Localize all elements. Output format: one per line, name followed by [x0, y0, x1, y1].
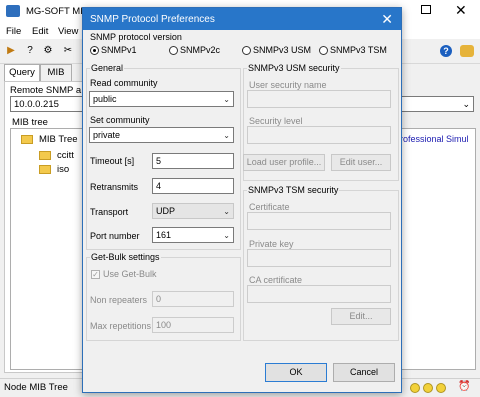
remote-address-dropdown[interactable]: ⌄ [400, 96, 474, 112]
results-pane[interactable] [398, 128, 476, 370]
chevron-down-icon: ⌄ [223, 207, 230, 216]
transport-value: UDP [156, 206, 176, 216]
port-select[interactable]: 161 ⌄ [152, 227, 234, 243]
help-icon[interactable]: ? [440, 45, 452, 57]
radio-snmpv2c-label[interactable]: SNMPv2c [180, 45, 220, 55]
radio-snmpv1[interactable] [90, 46, 99, 55]
results-text: rofessional Simul [400, 134, 469, 144]
maximize-icon[interactable] [421, 5, 431, 14]
main-window-title: MG-SOFT MIB [26, 6, 90, 17]
tree-node-root[interactable]: MIB Tree [39, 134, 78, 145]
transport-select[interactable]: UDP ⌄ [152, 203, 234, 219]
radio-snmpv2c[interactable] [169, 46, 178, 55]
retransmits-input[interactable]: 4 [152, 178, 234, 194]
getbulk-group-title: Get-Bulk settings [90, 252, 161, 262]
chevron-down-icon: ⌄ [223, 131, 230, 140]
max-repetitions-input[interactable]: 100 [152, 317, 234, 333]
open-icon[interactable]: ▶ [5, 45, 17, 57]
chevron-down-icon: ⌄ [462, 99, 470, 109]
radio-snmpv3-usm-label[interactable]: SNMPv3 USM [253, 45, 311, 55]
version-group-title: SNMP protocol version [90, 32, 182, 42]
set-community-value: private [93, 130, 121, 140]
tsm-group-title: SNMPv3 TSM security [247, 185, 340, 195]
user-security-name-label: User security name [249, 80, 327, 90]
read-community-select[interactable]: public ⌄ [89, 91, 234, 107]
max-repetitions-label: Max repetitions [90, 321, 152, 331]
remote-snmp-label: Remote SNMP a [10, 85, 82, 96]
tools-icon[interactable]: ✂ [62, 45, 74, 57]
timeout-label: Timeout [s] [90, 156, 135, 166]
mib-tree-label: MIB tree [12, 117, 48, 128]
port-value: 161 [156, 230, 172, 240]
ok-button[interactable]: OK [265, 363, 327, 382]
private-key-field[interactable] [247, 249, 391, 267]
general-group-title: General [90, 63, 125, 73]
tsm-edit-button[interactable]: Edit... [331, 308, 391, 325]
tab-mib[interactable]: MIB [40, 64, 72, 81]
user-security-name-field[interactable] [247, 90, 391, 108]
certificate-label: Certificate [249, 202, 290, 212]
status-lamp-icon [436, 383, 446, 393]
folder-icon [39, 151, 51, 160]
menu-edit[interactable]: Edit [32, 26, 48, 37]
dialog-close-icon[interactable]: ✕ [381, 11, 393, 27]
ca-certificate-field[interactable] [247, 285, 391, 303]
non-repeaters-input[interactable]: 0 [152, 291, 234, 307]
private-key-label: Private key [249, 239, 294, 249]
use-getbulk-checkbox[interactable]: ✓ [91, 270, 100, 279]
snmp-preferences-dialog: SNMP Protocol Preferences ✕ SNMP protoco… [82, 7, 402, 393]
radio-snmpv3-tsm-label[interactable]: SNMPv3 TSM [330, 45, 387, 55]
read-community-label: Read community [90, 78, 158, 88]
menu-file[interactable]: File [6, 26, 21, 37]
tree-node-iso[interactable]: iso [57, 164, 69, 175]
status-text: Node MIB Tree [4, 382, 68, 393]
timeout-input[interactable]: 5 [152, 153, 234, 169]
folder-icon [39, 165, 51, 174]
transport-label: Transport [90, 207, 129, 217]
cancel-button[interactable]: Cancel [333, 363, 395, 382]
set-community-select[interactable]: private ⌄ [89, 127, 234, 143]
dialog-title-bar: SNMP Protocol Preferences ✕ [83, 8, 401, 30]
radio-snmpv3-tsm[interactable] [319, 46, 328, 55]
chevron-down-icon: ⌄ [223, 231, 230, 240]
usm-group-title: SNMPv3 USM security [247, 63, 341, 73]
status-lamp-icon [423, 383, 433, 393]
retransmits-label: Retransmits [90, 182, 139, 192]
key-icon[interactable] [460, 45, 474, 57]
settings-icon[interactable]: ⚙ [42, 45, 54, 57]
tree-node-ccitt[interactable]: ccitt [57, 150, 74, 161]
remote-address-field[interactable]: 10.0.0.215 [10, 96, 88, 112]
tab-query[interactable]: Query [4, 64, 40, 82]
load-user-profile-button[interactable]: Load user profile... [243, 154, 325, 171]
security-level-label: Security level [249, 116, 303, 126]
chevron-down-icon: ⌄ [223, 95, 230, 104]
app-icon [6, 5, 20, 17]
query-icon[interactable]: ? [24, 45, 36, 57]
non-repeaters-label: Non repeaters [90, 295, 148, 305]
main-close-icon[interactable]: ✕ [455, 2, 467, 18]
radio-snmpv1-label[interactable]: SNMPv1 [101, 45, 137, 55]
radio-snmpv3-usm[interactable] [242, 46, 251, 55]
port-label: Port number [90, 231, 140, 241]
alarm-icon: ⏰ [458, 381, 471, 392]
menu-view[interactable]: View [58, 26, 78, 37]
folder-icon [21, 135, 33, 144]
set-community-label: Set community [90, 115, 150, 125]
status-lamp-icon [410, 383, 420, 393]
security-level-field[interactable] [247, 126, 391, 144]
ca-certificate-label: CA certificate [249, 275, 303, 285]
dialog-title: SNMP Protocol Preferences [90, 14, 215, 25]
edit-user-button[interactable]: Edit user... [331, 154, 391, 171]
use-getbulk-label: Use Get-Bulk [103, 269, 157, 279]
certificate-field[interactable] [247, 212, 391, 230]
read-community-value: public [93, 94, 117, 104]
